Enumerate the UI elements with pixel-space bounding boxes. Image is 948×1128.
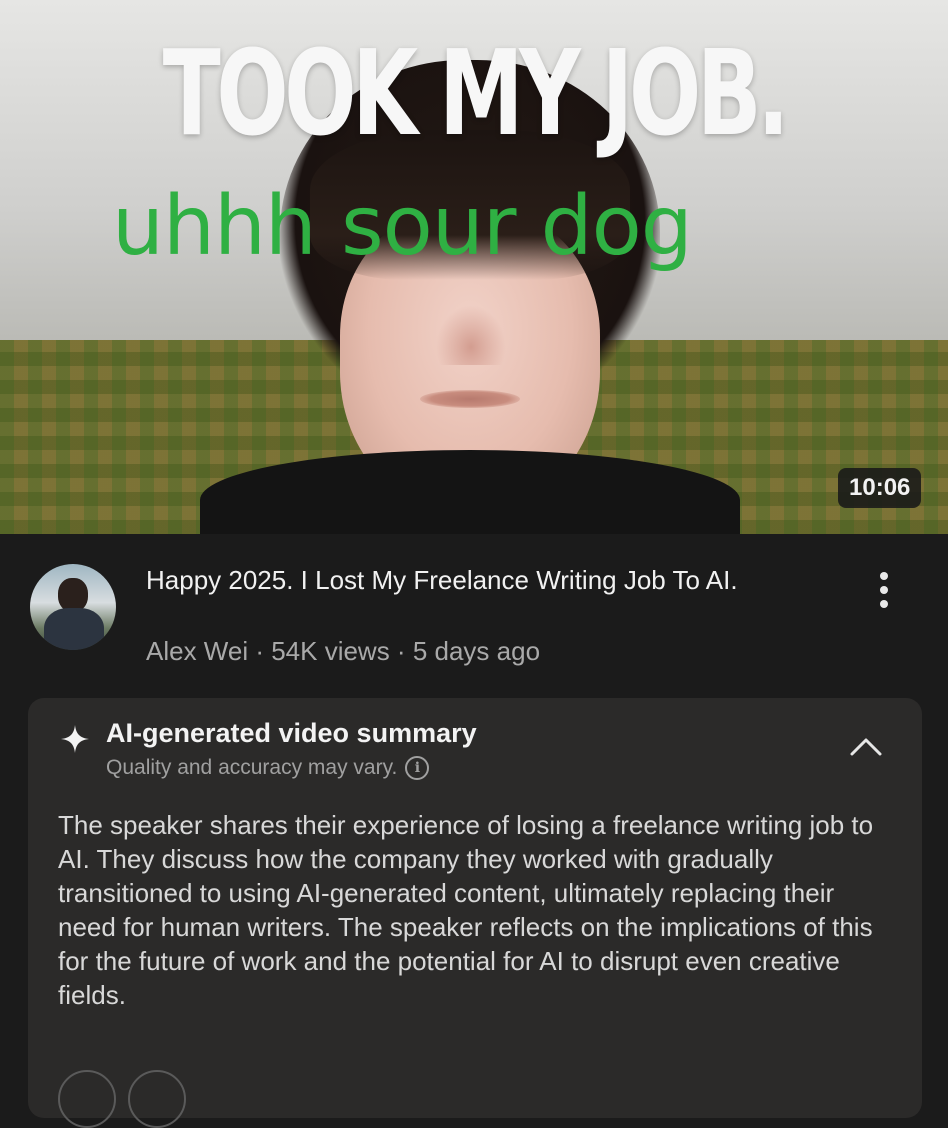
video-info: Happy 2025. I Lost My Freelance Writing … <box>0 534 948 684</box>
person-shirt <box>200 450 740 534</box>
more-dot-icon <box>880 586 888 594</box>
summary-actions <box>58 1070 186 1128</box>
chevron-up-icon[interactable] <box>846 732 886 760</box>
sparkle-icon <box>61 725 89 753</box>
video-title[interactable]: Happy 2025. I Lost My Freelance Writing … <box>146 564 836 597</box>
avatar-head <box>58 578 88 612</box>
person-mouth <box>420 390 520 408</box>
summary-action-button[interactable] <box>58 1070 116 1128</box>
channel-avatar[interactable] <box>30 564 116 650</box>
summary-title: AI-generated video summary <box>106 718 477 748</box>
person-nose <box>436 305 506 365</box>
duration-badge: 10:06 <box>838 468 922 508</box>
summary-body: The speaker shares their experience of l… <box>58 810 874 1010</box>
video-thumbnail[interactable]: TOOK MY JOB. uhhh sour dog 10:06 <box>0 0 948 534</box>
summary-subtitle-text: Quality and accuracy may vary. <box>106 756 398 779</box>
more-dot-icon <box>880 600 888 608</box>
thumbnail-overlay-text: uhhh sour dog <box>112 179 693 274</box>
avatar-body <box>44 608 104 650</box>
more-options-button[interactable] <box>866 568 902 612</box>
ai-summary-card: AI-generated video summary Quality and a… <box>28 698 922 1128</box>
summary-action-button[interactable] <box>128 1070 186 1128</box>
video-meta: Alex Wei · 54K views · 5 days ago <box>146 636 541 666</box>
info-icon[interactable]: i <box>405 756 430 780</box>
summary-subtitle: Quality and accuracy may vary. i <box>106 756 430 780</box>
thumbnail-title-text: TOOK MY JOB. <box>162 24 790 162</box>
more-dot-icon <box>880 572 888 580</box>
